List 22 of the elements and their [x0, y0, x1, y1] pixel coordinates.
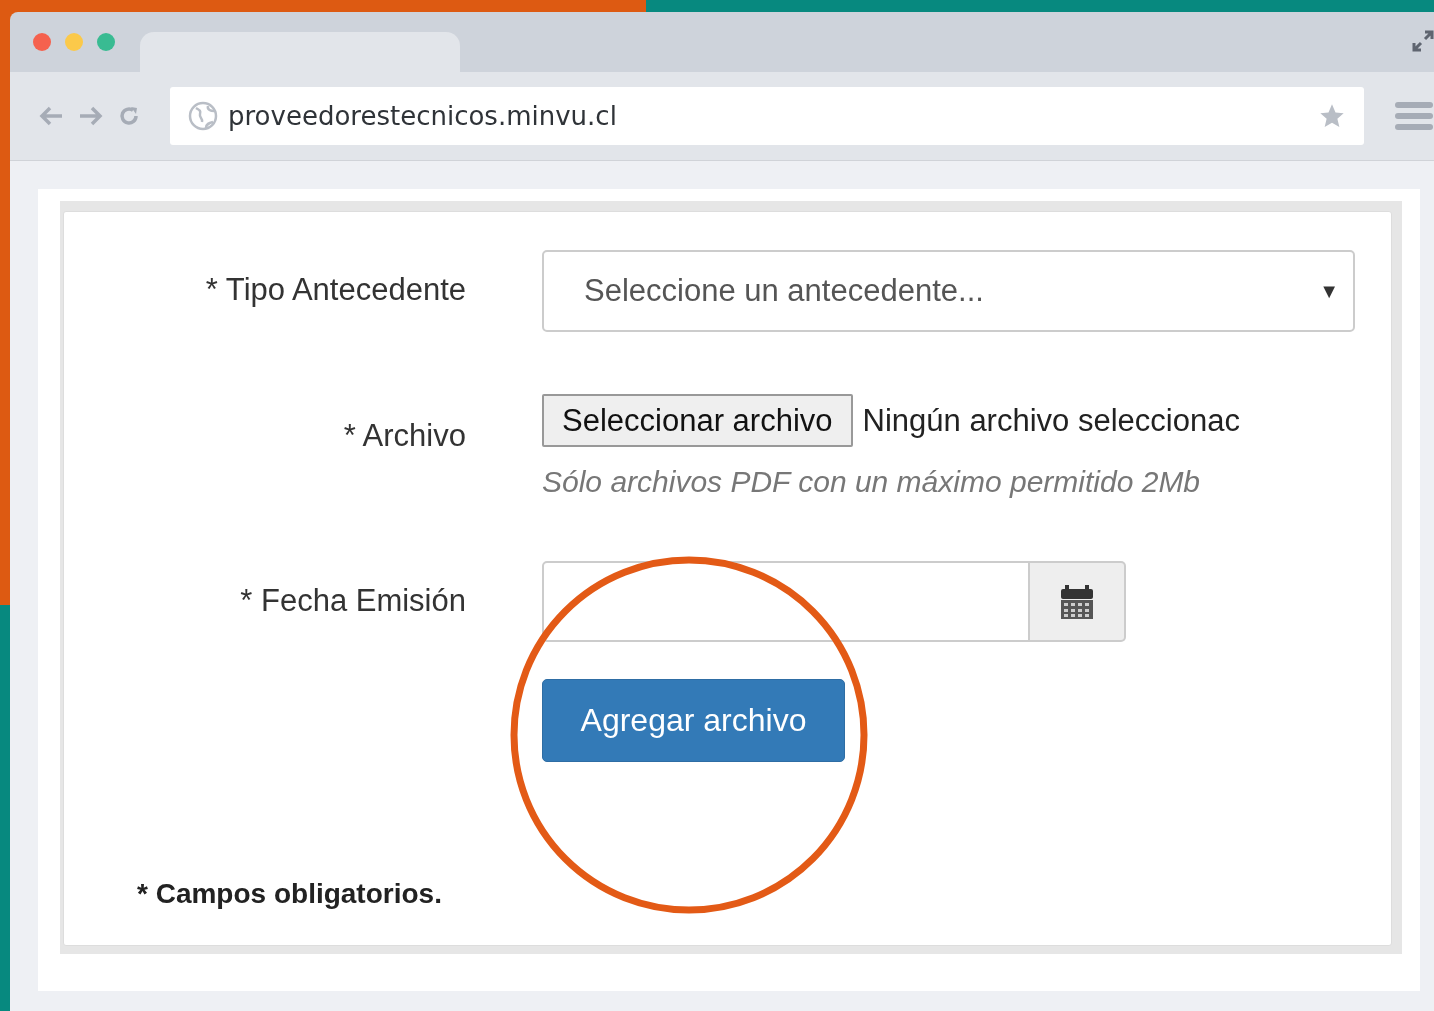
- field-label: * Fecha Emisión: [239, 582, 466, 620]
- date-field[interactable]: [542, 561, 1030, 642]
- reload-icon[interactable]: [118, 105, 140, 127]
- choose-file-button[interactable]: Seleccionar archivo: [542, 394, 853, 447]
- file-status: Ningún archivo seleccionac: [862, 402, 1240, 439]
- forward-icon[interactable]: [78, 105, 104, 127]
- field-label: * Archivo: [342, 417, 466, 455]
- window-controls-icon: [32, 32, 118, 52]
- address-bar[interactable]: proveedorestecnicos.minvu.cl: [170, 87, 1364, 145]
- globe-icon: [188, 101, 218, 131]
- help-text: Sólo archivos PDF con un máximo permitido 2Mb: [542, 465, 1202, 499]
- required-note: * Campos obligatorios.: [137, 878, 443, 910]
- expand-icon[interactable]: [1412, 30, 1434, 52]
- add-file-button[interactable]: Agregar archivo: [542, 679, 845, 762]
- field-label: * Tipo Antecedente: [204, 271, 466, 309]
- back-icon[interactable]: [38, 105, 64, 127]
- select-field[interactable]: Seleccione un antecedente... ▼: [542, 250, 1355, 332]
- url-text: proveedorestecnicos.minvu.cl: [228, 101, 618, 131]
- calendar-icon: [1061, 584, 1093, 619]
- calendar-button[interactable]: [1030, 561, 1126, 642]
- star-icon[interactable]: [1318, 102, 1346, 130]
- menu-icon[interactable]: [1394, 100, 1434, 132]
